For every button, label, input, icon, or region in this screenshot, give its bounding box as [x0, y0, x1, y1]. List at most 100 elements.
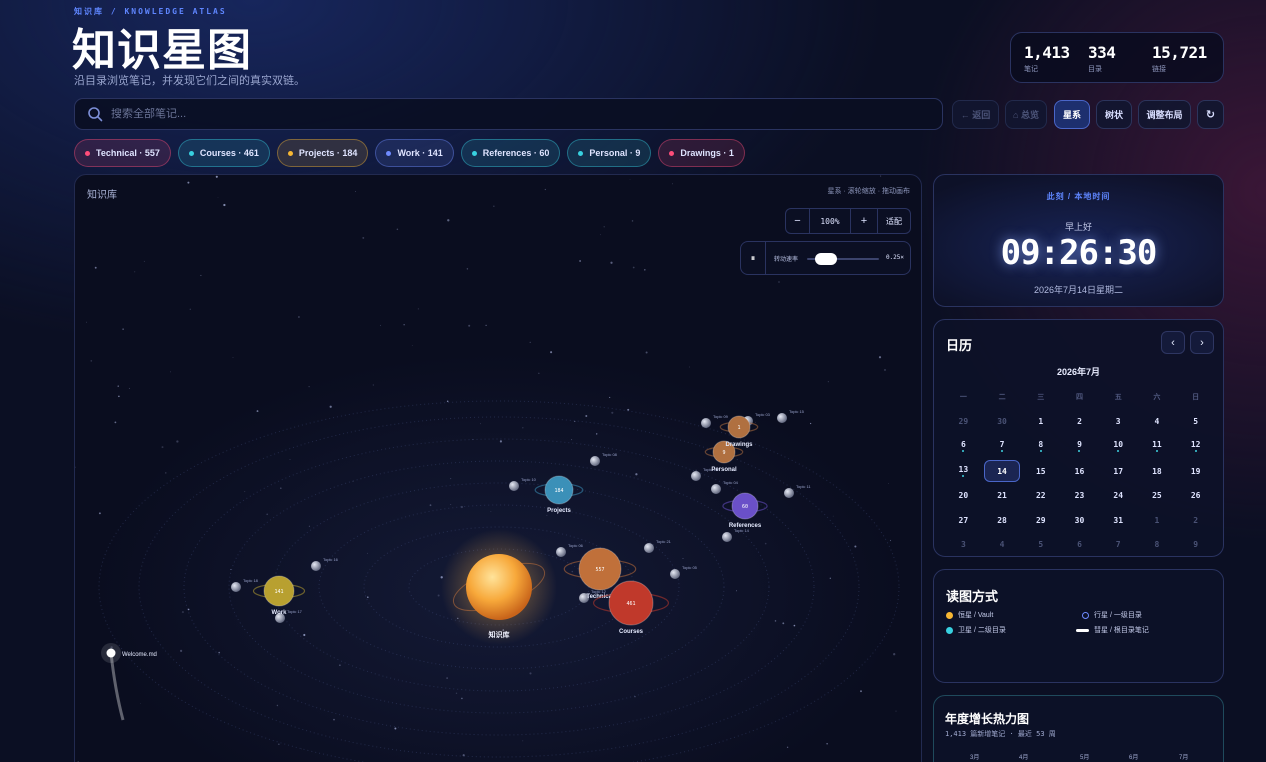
zoom-in-button[interactable]: + — [851, 209, 878, 233]
calendar-day[interactable]: 21 — [983, 483, 1022, 508]
calendar-day[interactable]: 2 — [1176, 508, 1215, 533]
refresh-button[interactable]: ↻ — [1197, 100, 1224, 129]
calendar-day-number: 3 — [960, 540, 966, 550]
calendar-day[interactable]: 22 — [1021, 483, 1060, 508]
chip-label: Technical · 557 — [96, 148, 160, 158]
moon[interactable] — [644, 543, 654, 553]
calendar-day[interactable]: 8 — [1138, 533, 1177, 558]
calendar-day[interactable]: 18 — [1138, 459, 1177, 484]
moon[interactable] — [509, 481, 519, 491]
calendar-day[interactable]: 25 — [1138, 483, 1177, 508]
heatmap-panel: 年度增长热力图 1,413 篇新增笔记 · 最近 53 周 3月 4月 5月 6… — [933, 695, 1224, 762]
calendar-day[interactable]: 1 — [1138, 508, 1177, 533]
calendar-day[interactable]: 30 — [1060, 508, 1099, 533]
moon[interactable] — [722, 532, 732, 542]
calendar-prev-button[interactable]: ‹ — [1161, 331, 1185, 354]
calendar-day[interactable]: 11 — [1138, 434, 1177, 459]
chip-work[interactable]: Work · 141 — [375, 139, 454, 167]
calendar-day[interactable]: 9 — [1060, 434, 1099, 459]
planet-references[interactable]: 60 References — [722, 492, 768, 529]
planet-label: Personal — [711, 467, 737, 473]
calendar-day[interactable]: 19 — [1176, 459, 1215, 484]
star — [75, 466, 76, 469]
moon[interactable] — [701, 418, 711, 428]
sun[interactable]: 知识库 — [441, 529, 557, 645]
calendar-day[interactable]: 5 — [1176, 410, 1215, 435]
calendar-day[interactable]: 12 — [1176, 434, 1215, 459]
zoom-out-button[interactable]: − — [786, 209, 810, 233]
moon[interactable] — [711, 484, 721, 494]
galaxy-canvas[interactable]: Welcome.md 知识库 Topic 09 Topic 10 Topic 16 T… — [74, 174, 922, 762]
calendar-day[interactable]: 27 — [944, 508, 983, 533]
calendar-day[interactable]: 29 — [1021, 508, 1060, 533]
moon[interactable] — [311, 561, 321, 571]
calendar-day[interactable]: 29 — [944, 410, 983, 435]
calendar-day-number: 2 — [1077, 417, 1082, 427]
tree-view-button[interactable]: 树状 — [1096, 100, 1132, 129]
comet[interactable]: Welcome.md — [101, 643, 157, 721]
calendar-day[interactable]: 1 — [1021, 410, 1060, 435]
planet-projects[interactable]: 184 Projects — [534, 475, 584, 514]
calendar-day[interactable]: 3 — [1099, 410, 1138, 435]
overview-button[interactable]: ⌂ 总览 — [1005, 100, 1047, 129]
calendar-day-number: 24 — [1113, 491, 1124, 501]
calendar-day[interactable]: 5 — [1021, 533, 1060, 558]
calendar-day[interactable]: 4 — [983, 533, 1022, 558]
calendar-day-number: 10 — [1113, 440, 1124, 450]
pause-button[interactable]: ⏸ — [741, 242, 766, 274]
star — [764, 542, 767, 545]
calendar-day[interactable]: 10 — [1099, 434, 1138, 459]
calendar-day[interactable]: 30 — [983, 410, 1022, 435]
search-input[interactable] — [111, 108, 911, 120]
galaxy-view-button[interactable]: 星系 — [1054, 100, 1090, 129]
moon[interactable] — [691, 471, 701, 481]
moon[interactable] — [670, 569, 680, 579]
calendar-day[interactable]: 7 — [983, 434, 1022, 459]
calendar-day[interactable]: 28 — [983, 508, 1022, 533]
moon[interactable] — [784, 488, 794, 498]
chip-personal[interactable]: Personal · 9 — [567, 139, 652, 167]
canvas-title: 知识库 — [87, 190, 117, 201]
calendar-day[interactable]: 7 — [1099, 533, 1138, 558]
star — [329, 405, 332, 408]
moon[interactable] — [777, 413, 787, 423]
fit-button[interactable]: 适配 — [878, 209, 910, 233]
calendar-next-button[interactable]: › — [1190, 331, 1214, 354]
calendar-day[interactable]: 3 — [944, 533, 983, 558]
moon[interactable] — [556, 547, 566, 557]
chip-projects[interactable]: Projects · 184 — [276, 139, 369, 167]
calendar-day[interactable]: 13 — [944, 459, 983, 484]
star — [181, 611, 184, 614]
calendar-day[interactable]: 26 — [1176, 483, 1215, 508]
legend-title: 读图方式 — [946, 589, 999, 604]
chip-courses[interactable]: Courses · 461 — [177, 139, 270, 167]
sun-body — [466, 554, 532, 620]
adjust-layout-button[interactable]: 调整布局 — [1138, 100, 1191, 129]
calendar-day[interactable]: 2 — [1060, 410, 1099, 435]
calendar-day[interactable]: 9 — [1176, 533, 1215, 558]
star — [187, 608, 190, 611]
speed-slider-handle[interactable] — [814, 253, 837, 265]
calendar-day[interactable]: 20 — [944, 483, 983, 508]
calendar-day-today[interactable]: 14 — [983, 459, 1021, 483]
calendar-day[interactable]: 16 — [1060, 459, 1099, 484]
calendar-day[interactable]: 17 — [1099, 459, 1138, 484]
calendar-day[interactable]: 4 — [1138, 410, 1177, 435]
moon[interactable] — [590, 456, 600, 466]
search-bar[interactable] — [74, 98, 943, 130]
calendar-day[interactable]: 15 — [1021, 459, 1060, 484]
star — [544, 188, 546, 191]
calendar-day[interactable]: 23 — [1060, 483, 1099, 508]
calendar-day[interactable]: 31 — [1099, 508, 1138, 533]
chip-technical[interactable]: Technical · 557 — [74, 139, 171, 167]
calendar-day[interactable]: 6 — [1060, 533, 1099, 558]
chip-references[interactable]: References · 60 — [460, 139, 561, 167]
back-button[interactable]: ← 返回 — [952, 100, 999, 129]
chip-drawings[interactable]: Drawings · 1 — [658, 139, 745, 167]
calendar-day[interactable]: 24 — [1099, 483, 1138, 508]
calendar-day-number: 11 — [1152, 440, 1162, 450]
star — [609, 396, 611, 398]
calendar-day[interactable]: 8 — [1021, 434, 1060, 459]
moon[interactable] — [231, 582, 241, 592]
calendar-day[interactable]: 6 — [944, 434, 983, 459]
